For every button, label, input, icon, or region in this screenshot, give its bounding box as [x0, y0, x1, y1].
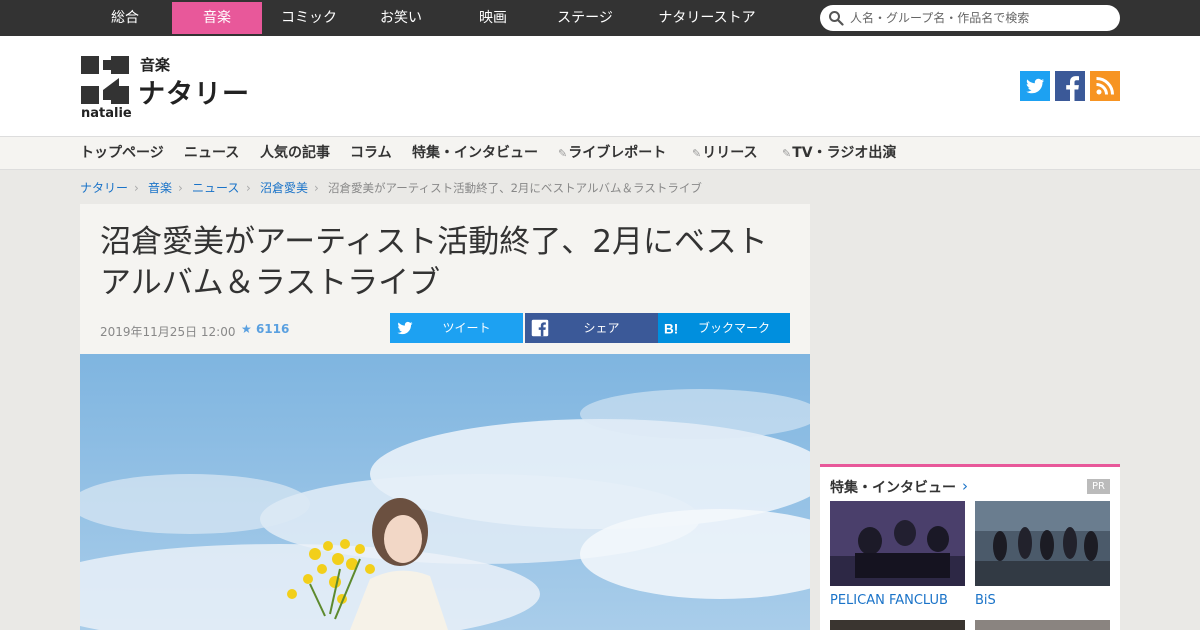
article-date: 2019年11月25日 12:00: [100, 325, 236, 339]
nav-popular[interactable]: 人気の記事: [260, 137, 330, 169]
feature-thumb-pelican-fanclub[interactable]: [830, 501, 965, 586]
site-header: 音楽 ナタリー natalie: [0, 36, 1200, 136]
chevron-right-icon[interactable]: ›: [962, 477, 968, 495]
feature-thumb-3[interactable]: [830, 619, 965, 630]
breadcrumb-current: 沼倉愛美がアーティスト活動終了、2月にベストアルバム＆ラストライブ: [328, 181, 702, 195]
feature-photo: [830, 620, 965, 630]
pr-badge: PR: [1087, 479, 1110, 494]
feature-photo: [975, 620, 1110, 630]
pencil-icon: ✎: [782, 147, 792, 160]
breadcrumb-music[interactable]: 音楽: [148, 181, 172, 195]
article-header: 沼倉愛美がアーティスト活動終了、2月にベストアルバム＆ラストライブ 2019年1…: [80, 204, 810, 354]
bookmark-label: ブックマーク: [697, 321, 770, 335]
tweet-label: ツイート: [442, 321, 491, 335]
feature-thumb-bis[interactable]: [975, 501, 1110, 586]
logo-main-text: ナタリー: [138, 79, 250, 110]
category-tab-stage[interactable]: ステージ: [540, 2, 630, 34]
nav-live-report[interactable]: ✎ライブレポート: [558, 137, 666, 170]
search-input[interactable]: 人名・グループ名・作品名で検索: [820, 5, 1120, 31]
search-icon: [829, 11, 844, 26]
feature-photo: [830, 501, 965, 586]
favorite-count[interactable]: ★ 6116: [241, 322, 289, 336]
category-tab-music[interactable]: 音楽: [172, 2, 262, 34]
feature-label-pelican-fanclub[interactable]: PELICAN FANCLUB: [830, 593, 948, 608]
chevron-right-icon: ›: [178, 181, 183, 195]
facebook-share-button[interactable]: シェア: [525, 313, 658, 343]
nav-top-page[interactable]: トップページ: [80, 137, 164, 169]
pencil-icon: ✎: [692, 147, 702, 160]
star-icon: ★: [241, 322, 256, 336]
logo-en-text: natalie: [81, 106, 132, 121]
hero-photo: [80, 354, 810, 630]
chevron-right-icon: ›: [134, 181, 139, 195]
chevron-right-icon: ›: [314, 181, 319, 195]
rss-icon[interactable]: [1090, 71, 1120, 101]
category-tab-owarai[interactable]: お笑い: [356, 2, 446, 34]
nav-feature-interview[interactable]: 特集・インタビュー: [412, 137, 538, 169]
section-nav: トップページ ニュース 人気の記事 コラム 特集・インタビュー ✎ライブレポート…: [0, 136, 1200, 170]
nav-column[interactable]: コラム: [350, 137, 392, 169]
feature-photo: [975, 501, 1110, 586]
article-hero-image: [80, 354, 810, 630]
nav-tv-radio[interactable]: ✎TV・ラジオ出演: [782, 137, 896, 170]
article-title: 沼倉愛美がアーティスト活動終了、2月にベストアルバム＆ラストライブ: [100, 224, 768, 301]
tweet-button[interactable]: ツイート: [390, 313, 523, 343]
natalie-logo-icon[interactable]: [81, 56, 129, 104]
breadcrumb-news[interactable]: ニュース: [192, 181, 239, 195]
category-tab-eiga[interactable]: 映画: [448, 2, 538, 34]
category-tab-sougou[interactable]: 総合: [80, 2, 170, 34]
nav-release[interactable]: ✎リリース: [692, 137, 758, 170]
sidebar-feature-box: 特集・インタビュー › PR PELICAN FANCLUB BiS: [820, 464, 1120, 630]
sidebar-title[interactable]: 特集・インタビュー: [830, 477, 956, 497]
twitter-icon[interactable]: [1020, 71, 1050, 101]
top-category-bar: 総合 音楽 コミック お笑い 映画 ステージ ナタリーストア 人名・グループ名・…: [0, 0, 1200, 36]
category-tab-store[interactable]: ナタリーストア: [632, 2, 782, 34]
facebook-icon[interactable]: [1055, 71, 1085, 101]
category-tab-comic[interactable]: コミック: [264, 2, 354, 34]
breadcrumb-artist[interactable]: 沼倉愛美: [260, 181, 308, 195]
hatena-bookmark-button[interactable]: B! ブックマーク: [658, 313, 790, 343]
breadcrumb-natalie[interactable]: ナタリー: [80, 181, 128, 195]
pencil-icon: ✎: [558, 147, 568, 160]
feature-thumb-4[interactable]: [975, 619, 1110, 630]
feature-label-bis[interactable]: BiS: [975, 593, 996, 608]
chevron-right-icon: ›: [246, 181, 251, 195]
share-label: シェア: [583, 321, 620, 335]
nav-news[interactable]: ニュース: [184, 137, 239, 169]
search-placeholder: 人名・グループ名・作品名で検索: [850, 11, 1030, 25]
